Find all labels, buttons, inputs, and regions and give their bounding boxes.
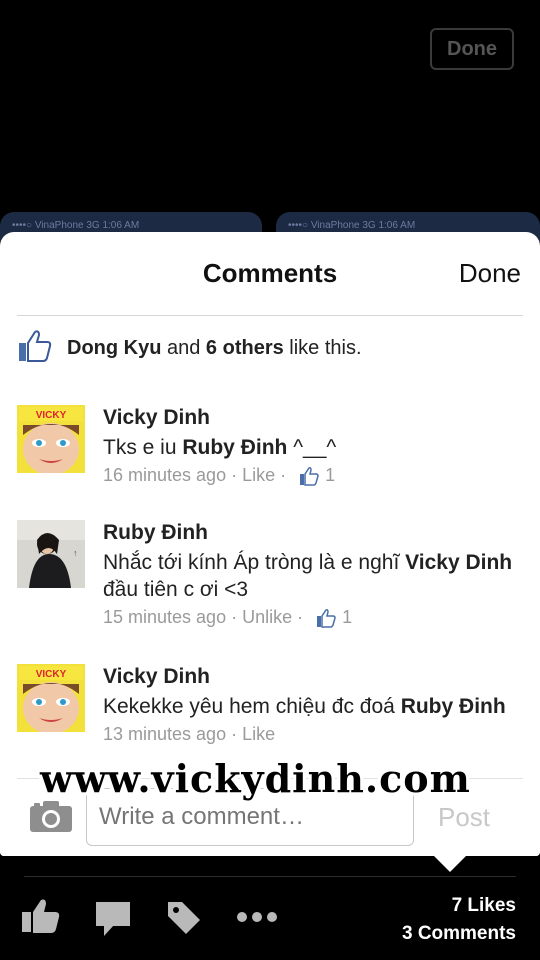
likes-count[interactable]: 7 Likes bbox=[402, 892, 516, 920]
meta-separator: · bbox=[231, 465, 238, 485]
comment-mention[interactable]: Vicky Dinh bbox=[405, 551, 512, 574]
top-done-button[interactable]: Done bbox=[430, 28, 514, 70]
comment-time: 15 minutes ago bbox=[103, 607, 227, 627]
likes-text: Dong Kyu and 6 others like this. bbox=[67, 337, 362, 360]
sheet-done-button[interactable]: Done bbox=[459, 258, 521, 289]
likes-summary[interactable]: Dong Kyu and 6 others like this. bbox=[17, 328, 362, 368]
comment-text: Nhắc tới kính Áp tròng là e nghĩ Vicky D… bbox=[103, 549, 527, 603]
comment-like-count[interactable]: 1 bbox=[299, 465, 335, 486]
comment-mention[interactable]: Ruby Đinh bbox=[182, 436, 287, 459]
bottom-divider bbox=[24, 876, 516, 877]
meta-separator: · bbox=[231, 607, 238, 627]
thumb-like-icon bbox=[300, 466, 319, 486]
comment-body: Ruby Đinh Nhắc tới kính Áp tròng là e ng… bbox=[103, 520, 527, 628]
header-divider bbox=[17, 315, 523, 316]
comment-author[interactable]: Vicky Dinh bbox=[103, 664, 527, 690]
meta-separator: · bbox=[231, 724, 238, 744]
comment-item: VICKY Vicky Dinh Kekekke yêu hem chiệu đ… bbox=[17, 664, 527, 764]
comment-like-count[interactable]: 1 bbox=[316, 607, 352, 628]
like-count-value: 1 bbox=[342, 607, 353, 627]
comment-like-button[interactable]: Like bbox=[242, 724, 275, 745]
sheet-pointer bbox=[432, 854, 468, 872]
likes-suffix: like this. bbox=[283, 336, 362, 359]
avatar[interactable]: ↑ bbox=[17, 520, 85, 588]
comment-meta: 15 minutes ago · Unlike · 1 bbox=[103, 607, 527, 628]
reaction-counts[interactable]: 7 Likes 3 Comments bbox=[402, 892, 516, 948]
comment-body: Vicky Dinh Kekekke yêu hem chiệu đc đoá … bbox=[103, 664, 527, 745]
camera-icon[interactable] bbox=[30, 800, 72, 837]
comment-item: VICKY Vicky Dinh Tks e iu Ruby Đinh ^__^… bbox=[17, 405, 527, 495]
thumb-like-icon bbox=[317, 608, 336, 628]
comment-text-part: Kekekke yêu hem chiệu đc đoá bbox=[103, 695, 401, 718]
comment-text: Kekekke yêu hem chiệu đc đoá Ruby Đinh bbox=[103, 693, 527, 720]
more-icon[interactable] bbox=[236, 910, 278, 928]
watermark-text: www.vickydinh.com bbox=[40, 756, 471, 801]
meta-separator: · bbox=[280, 465, 287, 485]
comment-icon[interactable] bbox=[96, 902, 130, 941]
background-tab-status: ••••○ VinaPhone 3G 1:06 AM bbox=[288, 220, 416, 231]
comment-time: 13 minutes ago bbox=[103, 724, 227, 744]
sheet-header: Comments Done bbox=[0, 232, 540, 316]
comment-unlike-button[interactable]: Unlike bbox=[242, 607, 292, 628]
comment-meta: 13 minutes ago · Like bbox=[103, 724, 527, 745]
post-button[interactable]: Post bbox=[438, 802, 490, 833]
like-count-value: 1 bbox=[325, 465, 336, 485]
svg-text:VICKY: VICKY bbox=[36, 669, 67, 680]
like-icon[interactable] bbox=[22, 898, 60, 939]
comment-text-part: ^__^ bbox=[287, 436, 337, 459]
likes-and: and bbox=[161, 336, 206, 359]
comment-meta: 16 minutes ago · Like · 1 bbox=[103, 465, 527, 486]
meta-separator: · bbox=[297, 607, 304, 627]
comment-text-part: đầu tiên c ơi <3 bbox=[103, 578, 249, 601]
liker-name[interactable]: Dong Kyu bbox=[67, 337, 161, 359]
comments-count[interactable]: 3 Comments bbox=[402, 920, 516, 948]
tag-icon[interactable] bbox=[166, 900, 202, 941]
likes-others[interactable]: 6 others bbox=[206, 337, 284, 359]
comment-author[interactable]: Vicky Dinh bbox=[103, 405, 527, 431]
svg-text:↑: ↑ bbox=[73, 548, 78, 558]
avatar[interactable]: VICKY bbox=[17, 405, 85, 473]
thumb-like-icon bbox=[17, 328, 53, 369]
comment-time: 16 minutes ago bbox=[103, 465, 227, 485]
svg-text:VICKY: VICKY bbox=[36, 410, 67, 421]
background-tab-status: ••••○ VinaPhone 3G 1:06 AM bbox=[12, 220, 140, 231]
avatar[interactable]: VICKY bbox=[17, 664, 85, 732]
comment-text-part: Tks e iu bbox=[103, 436, 183, 459]
comment-body: Vicky Dinh Tks e iu Ruby Đinh ^__^ 16 mi… bbox=[103, 405, 527, 486]
comment-item: ↑ Ruby Đinh Nhắc tới kính Áp tròng là e … bbox=[17, 520, 527, 630]
comment-text: Tks e iu Ruby Đinh ^__^ bbox=[103, 434, 527, 461]
comment-like-button[interactable]: Like bbox=[242, 465, 275, 486]
comment-mention[interactable]: Ruby Đinh bbox=[401, 695, 506, 718]
comment-text-part: Nhắc tới kính Áp tròng là e nghĩ bbox=[103, 551, 406, 574]
comment-author[interactable]: Ruby Đinh bbox=[103, 520, 527, 546]
